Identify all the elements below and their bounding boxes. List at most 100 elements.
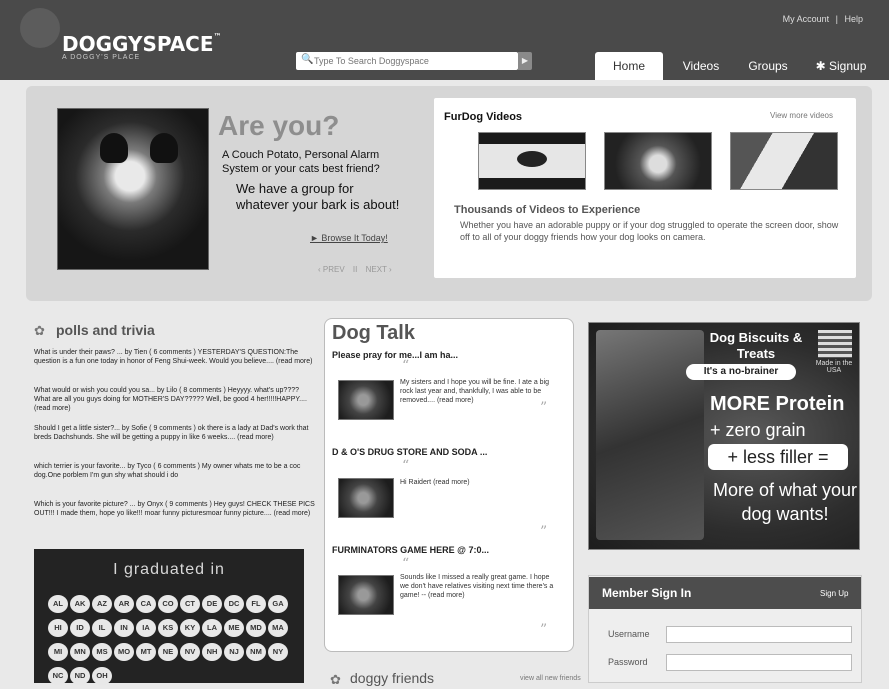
state-button[interactable]: CO: [158, 595, 178, 613]
state-button[interactable]: NH: [202, 643, 222, 661]
state-button[interactable]: NM: [246, 643, 266, 661]
logo-text: DOGGYSPACE: [62, 32, 214, 56]
graduated-panel: I graduated in AL AK AZ AR CA CO CT DE DC FL GAHI I…: [34, 549, 304, 685]
state-button[interactable]: OH: [92, 667, 112, 685]
open-quote-icon: “: [402, 458, 410, 474]
state-button[interactable]: ND: [70, 667, 90, 685]
poll-item[interactable]: What would or wish you could you sa... b…: [34, 386, 316, 417]
ad-product-bag-image: [596, 330, 704, 540]
pause-button[interactable]: II: [353, 265, 357, 274]
poll-item[interactable]: Should I get a little sister?... by Sofi…: [34, 424, 316, 455]
help-link[interactable]: Help: [844, 14, 863, 24]
state-button[interactable]: LA: [202, 619, 222, 637]
state-button[interactable]: IL: [92, 619, 112, 637]
usa-flag-icon: [818, 330, 852, 358]
state-button[interactable]: MS: [92, 643, 112, 661]
state-button[interactable]: MA: [268, 619, 288, 637]
tab-videos[interactable]: Videos: [675, 52, 727, 80]
state-button[interactable]: ID: [70, 619, 90, 637]
dog-talk-post-image[interactable]: [338, 478, 394, 518]
top-link-separator: |: [835, 14, 838, 24]
hero-headline: Are you?: [218, 110, 340, 141]
state-button[interactable]: MN: [70, 643, 90, 661]
state-button[interactable]: KY: [180, 619, 200, 637]
state-button[interactable]: DE: [202, 595, 222, 613]
logo-trademark: ™: [213, 32, 222, 41]
state-button[interactable]: NC: [48, 667, 68, 685]
state-button[interactable]: CT: [180, 595, 200, 613]
state-button[interactable]: DC: [224, 595, 244, 613]
dog-talk-post-quote: My sisters and I hope you will be fine. …: [400, 379, 550, 404]
ad-protein-text: MORE Protein: [710, 393, 845, 415]
sign-up-link[interactable]: Sign Up: [820, 589, 848, 598]
password-label: Password: [608, 657, 648, 667]
search-input[interactable]: [314, 54, 512, 68]
dog-talk-post-image[interactable]: [338, 575, 394, 615]
state-button[interactable]: ME: [224, 619, 244, 637]
video-thumbnail[interactable]: [604, 132, 712, 190]
dog-talk-title: Dog Talk: [332, 322, 415, 344]
dog-talk-post-quote: Hi Raidert (read more): [400, 479, 470, 486]
state-button[interactable]: AZ: [92, 595, 112, 613]
username-field[interactable]: [666, 626, 852, 643]
site-tagline: A DOGGY'S PLACE: [62, 54, 141, 61]
dog-talk-post-quote: Sounds like I missed a really great game…: [400, 574, 554, 599]
state-button[interactable]: AR: [114, 595, 134, 613]
videos-title: FurDog Videos: [444, 111, 523, 123]
search-submit-button[interactable]: ▶: [518, 52, 532, 70]
state-button[interactable]: AK: [70, 595, 90, 613]
video-thumbnail[interactable]: [730, 132, 838, 190]
state-button[interactable]: NE: [158, 643, 178, 661]
tab-groups[interactable]: Groups: [738, 52, 798, 80]
poll-item[interactable]: which terrier is your favorite... by Tyc…: [34, 462, 316, 493]
view-all-friends-link[interactable]: view all new friends: [520, 675, 581, 682]
state-button[interactable]: GA: [268, 595, 288, 613]
password-field[interactable]: [666, 654, 852, 671]
paw-logo-icon: [20, 8, 60, 48]
dog-talk-post-title[interactable]: FURMINATORS GAME HERE @ 7:0...: [332, 545, 489, 555]
state-button[interactable]: NJ: [224, 643, 244, 661]
my-account-link[interactable]: My Account: [783, 14, 830, 24]
hero-subtitle: A Couch Potato, Personal Alarm System or…: [222, 149, 380, 175]
state-button[interactable]: FL: [246, 595, 266, 613]
ad-filler-text: + less filler =: [708, 444, 848, 470]
state-button[interactable]: IA: [136, 619, 156, 637]
state-button[interactable]: MI: [48, 643, 68, 661]
state-button[interactable]: HI: [48, 619, 68, 637]
dog-ear-right: [150, 133, 178, 163]
state-button[interactable]: MD: [246, 619, 266, 637]
next-button[interactable]: NEXT ›: [366, 265, 392, 274]
hero-pager: ‹ PREV II NEXT ›: [318, 265, 398, 274]
view-more-videos-link[interactable]: View more videos: [770, 111, 833, 120]
state-button[interactable]: KS: [158, 619, 178, 637]
poll-item[interactable]: What is under their paws? ... by Tien ( …: [34, 348, 316, 379]
state-button[interactable]: MT: [136, 643, 156, 661]
state-button[interactable]: CA: [136, 595, 156, 613]
dog-talk-post-title[interactable]: D & O'S DRUG STORE AND SODA ...: [332, 447, 487, 457]
polls-list: What is under their paws? ... by Tien ( …: [34, 348, 316, 538]
state-button[interactable]: AL: [48, 595, 68, 613]
paw-icon: ✿: [330, 672, 341, 687]
state-button[interactable]: IN: [114, 619, 134, 637]
dog-ear-left: [100, 133, 128, 163]
video-thumbnail[interactable]: [478, 132, 586, 190]
ad-more-text: More of what your dog wants!: [712, 480, 858, 524]
state-button[interactable]: MO: [114, 643, 134, 661]
ad-made-in-usa: Made in the USA: [815, 360, 853, 374]
paw-icon: ✿: [34, 323, 45, 338]
tab-signup[interactable]: ✱ Signup: [808, 52, 874, 80]
dog-talk-post-title[interactable]: Please pray for me...I am ha...: [332, 350, 458, 360]
site-logo[interactable]: DOGGYSPACE™: [62, 32, 222, 56]
prev-button[interactable]: ‹ PREV: [318, 265, 345, 274]
state-button[interactable]: NY: [268, 643, 288, 661]
state-button[interactable]: NV: [180, 643, 200, 661]
search-box: 🔍: [296, 52, 518, 70]
username-label: Username: [608, 629, 650, 639]
dog-talk-post-image[interactable]: [338, 380, 394, 420]
tab-home[interactable]: Home: [595, 52, 663, 80]
doggy-friends-title: doggy friends: [350, 670, 435, 686]
hero-group-text: We have a group for whatever your bark i…: [236, 181, 400, 212]
poll-item[interactable]: Which is your favorite picture? ... by O…: [34, 500, 316, 531]
browse-link[interactable]: ► Browse It Today!: [310, 233, 388, 243]
open-quote-icon: “: [402, 556, 410, 572]
